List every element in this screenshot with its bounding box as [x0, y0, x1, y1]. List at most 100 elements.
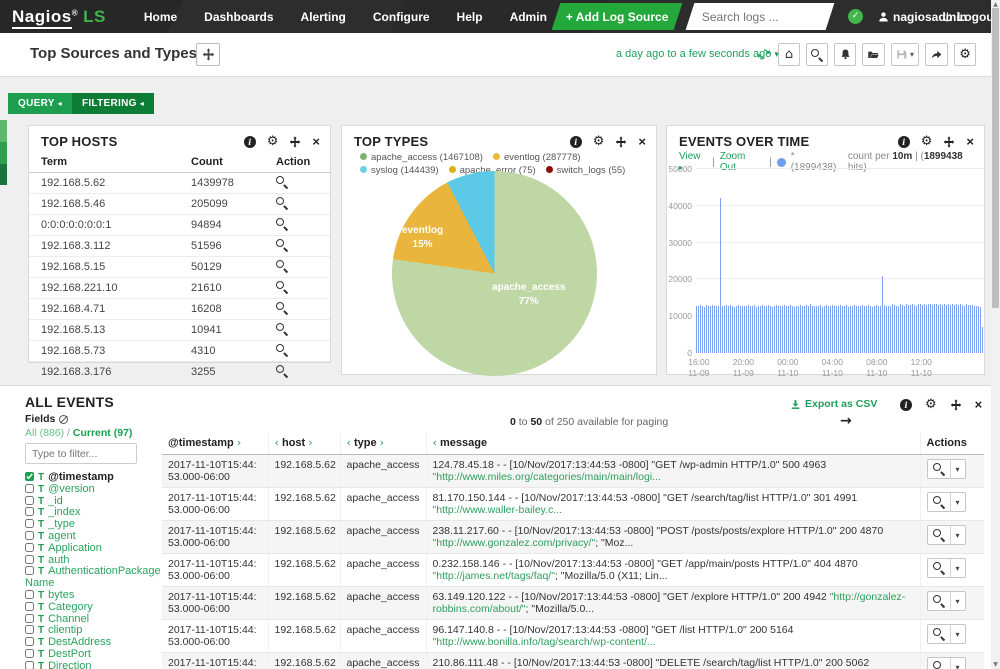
status-check-icon[interactable]: ✓ [848, 9, 863, 24]
move-icon[interactable] [615, 136, 627, 148]
move-icon[interactable] [950, 397, 962, 412]
field-item-index[interactable]: T_index [25, 507, 161, 519]
event-row[interactable]: 2017-11-10T15:44:53.000-06:00192.168.5.6… [162, 653, 984, 669]
event-dropdown-button[interactable]: ▾ [951, 460, 965, 478]
message-link[interactable]: "http://www.bonilla.info/tag/search/wp-c… [433, 636, 656, 648]
move-col-left-icon[interactable]: ‹ [347, 436, 351, 449]
info-icon[interactable]: i [900, 397, 912, 412]
event-dropdown-button[interactable]: ▾ [951, 592, 965, 610]
event-dropdown-button[interactable]: ▾ [951, 559, 965, 577]
add-log-source-button[interactable]: + Add Log Source [552, 3, 683, 30]
field-item-Category[interactable]: TCategory [25, 602, 161, 614]
search-icon[interactable] [276, 323, 288, 335]
col-message[interactable]: ‹ message [426, 433, 920, 455]
field-item-DestAddress[interactable]: TDestAddress [25, 637, 161, 649]
field-item-AuthenticationPackageName[interactable]: TAuthenticationPackageName [25, 566, 161, 590]
field-checkbox[interactable] [25, 472, 34, 481]
field-item-Channel[interactable]: TChannel [25, 614, 161, 626]
field-checkbox[interactable] [25, 484, 34, 493]
move-col-left-icon[interactable]: ‹ [275, 436, 279, 449]
info-icon[interactable]: i [570, 136, 582, 148]
event-row[interactable]: 2017-11-10T15:44:53.000-06:00192.168.5.6… [162, 620, 984, 653]
settings-button[interactable]: ⚙ [954, 43, 976, 66]
top-types-pie-chart[interactable] [392, 171, 597, 376]
legend-item[interactable]: switch_logs (55) [546, 164, 626, 177]
search-icon[interactable] [276, 302, 288, 314]
message-link[interactable]: "http://www.gonzalez.com/privacy/" [433, 537, 596, 549]
search-icon[interactable] [276, 176, 288, 188]
search-icon[interactable] [276, 197, 288, 209]
nav-item-admin[interactable]: Admin [510, 10, 547, 24]
nagios-logo[interactable]: Nagios®LS [12, 7, 106, 27]
field-item-DestPort[interactable]: TDestPort [25, 649, 161, 661]
col-term[interactable]: Term [29, 153, 179, 173]
event-row[interactable]: 2017-11-10T15:44:53.000-06:00192.168.5.6… [162, 455, 984, 488]
move-col-right-icon[interactable]: › [308, 436, 312, 449]
nav-item-dashboards[interactable]: Dashboards [204, 10, 273, 24]
series-dot-icon[interactable] [777, 158, 786, 167]
search-icon[interactable] [276, 218, 288, 230]
legend-item[interactable]: eventlog (287778) [493, 151, 581, 164]
search-event-button[interactable] [928, 592, 951, 610]
field-checkbox[interactable] [25, 507, 34, 516]
field-item-type[interactable]: T_type [25, 519, 161, 531]
events-bar-chart[interactable]: 01000020000300004000050000 [696, 169, 983, 353]
search-icon[interactable] [276, 239, 288, 251]
search-icon[interactable] [276, 365, 288, 377]
nav-item-configure[interactable]: Configure [373, 10, 430, 24]
scroll-up-icon[interactable]: ▲ [991, 1, 1000, 8]
search-event-button[interactable] [928, 658, 951, 669]
legend-item[interactable]: apache_access (1467108) [360, 151, 483, 164]
field-item-Application[interactable]: TApplication [25, 543, 161, 555]
col-host[interactable]: ‹ host › [268, 433, 340, 455]
open-dashboard-button[interactable] [862, 43, 885, 66]
event-row[interactable]: 2017-11-10T15:44:53.000-06:00192.168.5.6… [162, 521, 984, 554]
scrollbar-thumb[interactable] [992, 8, 999, 308]
time-range-picker[interactable]: a day ago to a few seconds ago ▾ [616, 48, 779, 60]
close-icon[interactable]: × [638, 135, 646, 148]
field-item-id[interactable]: T_id [25, 496, 161, 508]
event-dropdown-button[interactable]: ▾ [951, 493, 965, 511]
field-checkbox[interactable] [25, 519, 34, 528]
event-row[interactable]: 2017-11-10T15:44:53.000-06:00192.168.5.6… [162, 488, 984, 521]
search-button[interactable] [806, 43, 828, 66]
field-checkbox[interactable] [25, 625, 34, 634]
event-row[interactable]: 2017-11-10T15:44:53.000-06:00192.168.5.6… [162, 554, 984, 587]
gear-icon[interactable]: ⚙ [593, 134, 605, 149]
col-count[interactable]: Count [179, 153, 264, 173]
alerts-button[interactable] [834, 43, 856, 66]
current-fields-link[interactable]: Current (97) [73, 427, 133, 439]
filtering-button[interactable]: FILTERING ◂ [72, 93, 154, 114]
page-scrollbar[interactable]: ▲ ▼ [991, 0, 1000, 669]
gear-icon[interactable]: ⚙ [267, 134, 279, 149]
share-button[interactable] [925, 43, 948, 66]
event-dropdown-button[interactable]: ▾ [951, 658, 965, 669]
field-checkbox[interactable] [25, 649, 34, 658]
col-timestamp[interactable]: @timestamp › [162, 433, 268, 455]
message-link[interactable]: "http://james.net/tags/faq/" [433, 570, 555, 582]
collapse-fields-icon[interactable] [59, 415, 68, 424]
message-link[interactable]: "http://www.miles.org/categories/main/ma… [433, 471, 661, 483]
query-button[interactable]: QUERY ◂ [8, 93, 72, 114]
field-checkbox[interactable] [25, 531, 34, 540]
info-icon[interactable]: i [898, 136, 910, 148]
export-csv-button[interactable]: Export as CSV [790, 398, 877, 410]
next-page-button[interactable]: → [840, 413, 852, 429]
move-col-right-icon[interactable]: › [380, 436, 384, 449]
search-icon[interactable] [276, 281, 288, 293]
move-icon[interactable] [943, 136, 955, 148]
gear-icon[interactable]: ⚙ [925, 397, 937, 412]
gear-icon[interactable]: ⚙ [921, 134, 933, 149]
field-checkbox[interactable] [25, 637, 34, 646]
all-fields-link[interactable]: All (886) [25, 427, 64, 439]
event-dropdown-button[interactable]: ▾ [951, 526, 965, 544]
save-dashboard-button[interactable]: ▾ [891, 43, 919, 66]
scroll-down-icon[interactable]: ▼ [991, 661, 1000, 668]
search-logs-input[interactable] [702, 10, 822, 24]
field-filter-input[interactable] [25, 443, 137, 464]
nav-item-alerting[interactable]: Alerting [301, 10, 346, 24]
field-item-Direction[interactable]: TDirection [25, 661, 161, 669]
search-event-button[interactable] [928, 460, 951, 478]
move-icon[interactable] [289, 136, 301, 148]
nav-item-help[interactable]: Help [457, 10, 483, 24]
